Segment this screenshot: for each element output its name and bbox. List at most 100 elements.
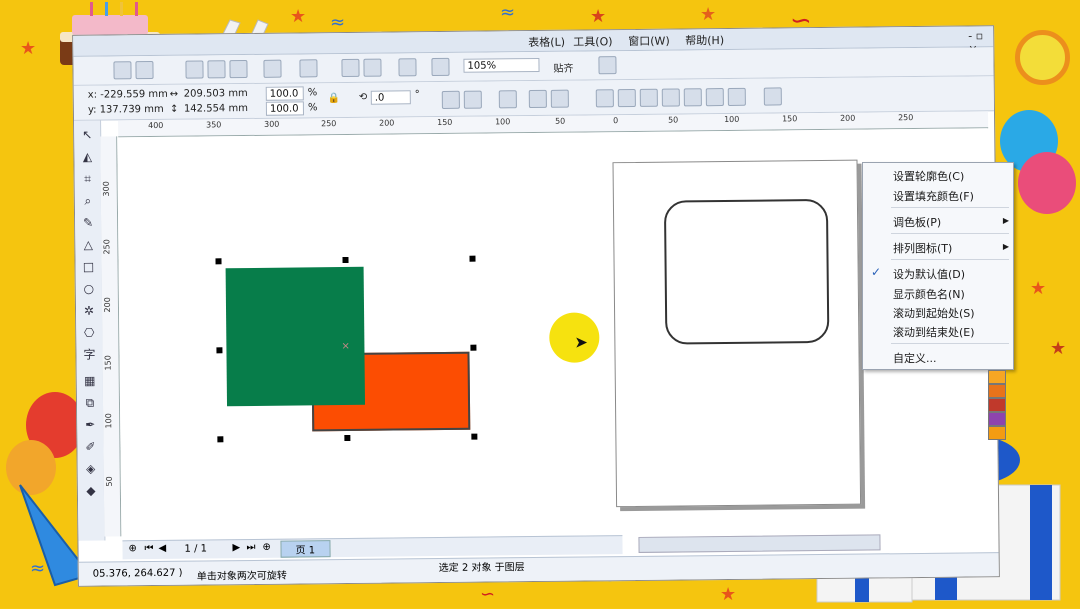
launcher-icon[interactable] (431, 57, 450, 77)
zoom-tool-icon[interactable]: ⌕ (80, 193, 96, 209)
drawing-canvas[interactable]: × ➤ (117, 128, 992, 538)
menu-item-arrange-icons[interactable]: 排列图标(T) (893, 240, 952, 256)
add-page-icon[interactable]: ⊕ (128, 543, 137, 554)
mirror-vertical-icon[interactable] (463, 90, 482, 109)
table-tool-icon[interactable]: ▦ (82, 373, 98, 389)
pick-tool-icon[interactable]: ↖ (79, 127, 95, 143)
selection-handle[interactable] (215, 258, 222, 265)
menu-window[interactable]: 窗口(W) (628, 33, 670, 49)
undo-icon[interactable] (263, 59, 282, 78)
menu-item-set-fill-color[interactable]: 设置填充颜色(F) (893, 188, 974, 204)
star-icon: ★ (290, 6, 307, 27)
menu-tools[interactable]: 工具(O) (573, 33, 612, 49)
new-icon[interactable] (113, 61, 132, 80)
ellipse-tool-icon[interactable]: ○ (81, 281, 97, 297)
ungroup-icon[interactable] (528, 89, 547, 109)
trim-icon[interactable] (617, 88, 636, 108)
ruler-tick: 200 (102, 297, 113, 313)
lock-ratio-icon[interactable]: 🔒 (328, 93, 341, 104)
blend-tool-icon[interactable]: ⧉ (82, 395, 98, 411)
scale-x-field[interactable]: 100.0 (265, 86, 304, 101)
rotate-icon: ⟲ (358, 91, 368, 103)
mirror-horizontal-icon[interactable] (441, 90, 460, 109)
selection-handle[interactable] (469, 255, 476, 262)
export-icon[interactable] (363, 58, 382, 77)
menu-item-scroll-to-start[interactable]: 滚动到起始处(S) (893, 305, 975, 321)
status-hint: 单击对象两次可旋转 (196, 570, 287, 583)
menu-item-set-default[interactable]: 设为默认值(D) (893, 266, 965, 282)
text-tool-icon[interactable]: 字 (81, 347, 97, 363)
menu-item-palette[interactable]: 调色板(P) (893, 214, 941, 230)
palette-swatch[interactable] (988, 426, 1006, 440)
save-icon[interactable] (135, 60, 154, 80)
prev-page-icon[interactable]: ◀ (158, 543, 166, 554)
selection-handle[interactable] (342, 256, 349, 264)
weld-icon[interactable] (595, 89, 614, 108)
palette-swatch[interactable] (988, 384, 1006, 398)
redo-icon[interactable] (299, 59, 318, 78)
shape-tool-icon[interactable]: ◭ (79, 149, 95, 165)
page-tab[interactable]: 页 1 (280, 540, 331, 558)
mouse-pointer-icon: ➤ (574, 332, 588, 352)
align-distribute-icon[interactable] (763, 87, 782, 106)
first-page-icon[interactable]: ⏮ (144, 543, 153, 554)
publish-pdf-icon[interactable] (398, 58, 417, 77)
selection-handle[interactable] (344, 434, 351, 442)
rectangle-tool-icon[interactable]: □ (80, 259, 96, 275)
rotation-field[interactable]: .0 (370, 90, 411, 105)
simplify-icon[interactable] (661, 88, 680, 107)
selection-handle[interactable] (217, 436, 224, 443)
checkmark-icon: ✓ (871, 265, 882, 279)
copy-icon[interactable] (207, 60, 226, 79)
polygon-tool-icon[interactable]: ✲ (81, 303, 97, 319)
green-rectangle[interactable] (225, 266, 366, 407)
horizontal-scrollbar[interactable] (638, 534, 881, 553)
palette-swatch[interactable] (988, 370, 1006, 384)
front-minus-back-icon[interactable] (683, 88, 702, 107)
fill-tool-icon[interactable]: ◈ (83, 461, 99, 477)
selection-handle[interactable] (216, 347, 223, 354)
menu-table[interactable]: 表格(L) (528, 34, 565, 50)
outline-pen-icon[interactable]: ✐ (82, 439, 98, 455)
y-position[interactable]: y: 137.739 mm (88, 104, 164, 116)
intersect-icon[interactable] (639, 88, 658, 107)
paste-icon[interactable] (229, 60, 248, 79)
last-page-icon[interactable]: ⏭ (246, 542, 255, 553)
palette-swatch[interactable] (988, 412, 1006, 426)
rounded-rectangle[interactable] (663, 198, 830, 345)
next-page-icon[interactable]: ▶ (232, 542, 240, 553)
selection-handle[interactable] (470, 344, 477, 351)
balloon-icon (1018, 152, 1076, 214)
palette-swatch[interactable] (988, 398, 1006, 412)
height-value[interactable]: 142.554 mm (184, 103, 248, 115)
menu-help[interactable]: 帮助(H) (685, 32, 724, 48)
menu-item-scroll-to-end[interactable]: 滚动到结束处(E) (893, 324, 975, 340)
x-position[interactable]: x: -229.559 mm (88, 89, 168, 101)
snap-button[interactable]: 贴齐 (553, 60, 573, 75)
add-page-after-icon[interactable]: ⊕ (262, 542, 271, 553)
create-boundary-icon[interactable] (727, 87, 746, 106)
import-icon[interactable] (341, 58, 360, 78)
width-value[interactable]: 209.503 mm (184, 88, 248, 100)
basic-shapes-icon[interactable]: ⎔ (81, 325, 97, 341)
crop-tool-icon[interactable]: ⌗ (80, 171, 96, 187)
menu-item-customize[interactable]: 自定义... (893, 350, 937, 366)
smart-fill-icon[interactable]: △ (80, 237, 96, 253)
eyedropper-icon[interactable]: ✒ (82, 417, 98, 433)
ruler-tick: 100 (724, 114, 740, 125)
document-page (612, 159, 862, 508)
options-icon[interactable] (598, 56, 617, 75)
cut-icon[interactable] (185, 60, 204, 79)
menu-item-show-color-names[interactable]: 显示颜色名(N) (893, 286, 965, 302)
menu-item-set-outline-color[interactable]: 设置轮廓色(C) (893, 168, 964, 184)
scale-y-field[interactable]: 100.0 (265, 101, 304, 116)
selection-info: 选定 2 对象 于图层 (438, 562, 525, 575)
interactive-fill-icon[interactable]: ◆ (83, 483, 99, 499)
ungroup-all-icon[interactable] (550, 89, 569, 108)
star-icon: ★ (1030, 278, 1047, 299)
freehand-tool-icon[interactable]: ✎ (80, 215, 96, 231)
selection-handle[interactable] (471, 433, 478, 440)
zoom-select[interactable]: 105% (463, 57, 540, 73)
group-icon[interactable] (498, 90, 517, 109)
back-minus-front-icon[interactable] (705, 88, 724, 107)
